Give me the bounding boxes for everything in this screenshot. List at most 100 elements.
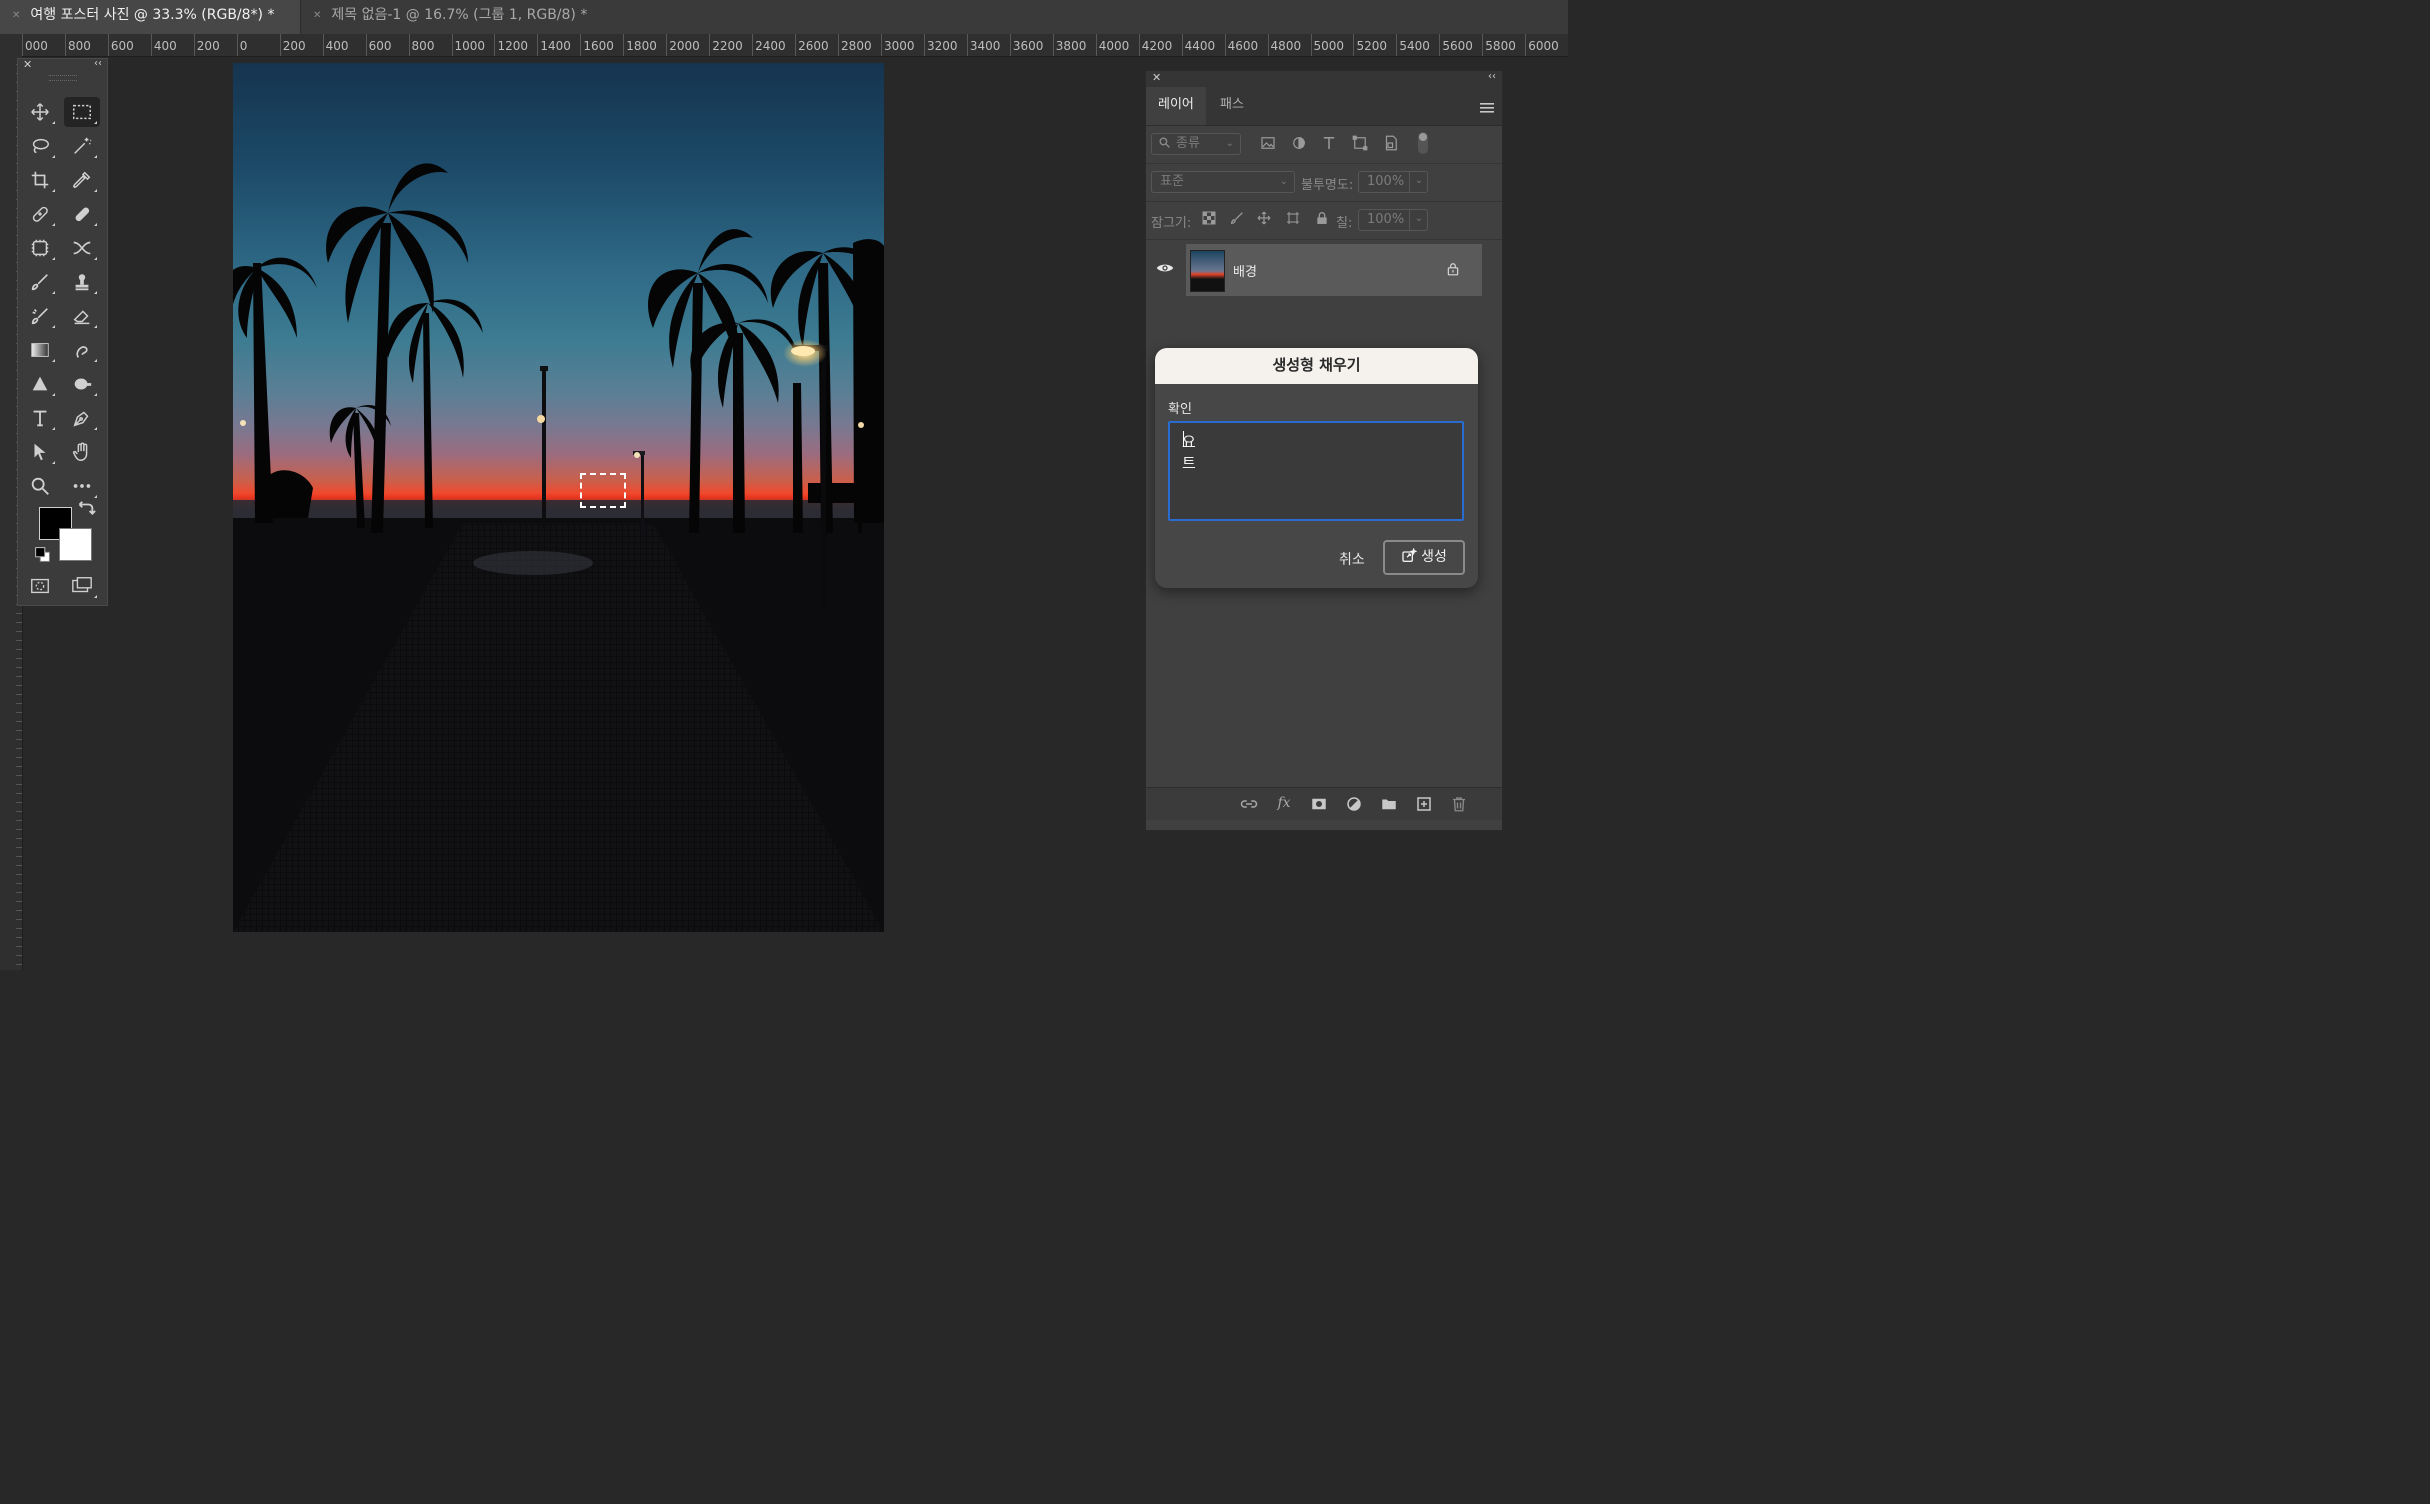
remix-tool-icon[interactable]: [64, 233, 100, 263]
shape-layer-filter-icon[interactable]: [1351, 134, 1369, 152]
ruler-tick: [64, 34, 66, 56]
filter-kind-dropdown[interactable]: 종류 ⌄: [1151, 133, 1241, 155]
close-icon[interactable]: ✕: [1152, 71, 1161, 84]
document-tab-bar: ✕ 여행 포스터 사진 @ 33.3% (RGB/8*) * ✕ 제목 없음-1 @…: [0, 0, 1568, 34]
hand-tool-icon[interactable]: [64, 437, 100, 467]
collapse-icon[interactable]: ‹‹: [94, 58, 102, 69]
adjustment-layer-filter-icon[interactable]: [1290, 134, 1308, 152]
fill-input[interactable]: 100% ⌄: [1358, 209, 1428, 231]
new-layer-icon[interactable]: [1415, 795, 1433, 813]
document-canvas[interactable]: [233, 63, 884, 932]
content-aware-tool-icon[interactable]: [22, 233, 58, 263]
brush-tool-icon[interactable]: [22, 267, 58, 297]
smudge-tool-icon[interactable]: [64, 335, 100, 365]
ruler-tick: [1353, 34, 1355, 56]
ruler-label: 600: [110, 39, 134, 53]
ruler-label: 1200: [497, 39, 528, 53]
opacity-input[interactable]: 100% ⌄: [1358, 171, 1428, 193]
lasso-tool-icon[interactable]: [22, 131, 58, 161]
add-mask-icon[interactable]: [1310, 795, 1328, 813]
healing-brush-tool-icon[interactable]: [64, 199, 100, 229]
ruler-tick: [1138, 34, 1140, 56]
ruler-tick: [16, 901, 22, 902]
delete-layer-icon[interactable]: [1450, 795, 1468, 813]
close-tab-icon[interactable]: ✕: [12, 10, 20, 21]
tab-layers[interactable]: 레이어: [1146, 87, 1206, 125]
panel-menu-icon[interactable]: [1480, 99, 1494, 118]
history-brush-tool-icon[interactable]: [22, 301, 58, 331]
gradient-tool-icon[interactable]: [22, 335, 58, 365]
pixel-layer-filter-icon[interactable]: [1259, 134, 1277, 152]
ruler-tick: [1439, 34, 1441, 56]
sharpen-tool-icon[interactable]: [22, 369, 58, 399]
chevron-down-icon: ⌄: [1225, 138, 1234, 149]
collapse-icon[interactable]: ‹‹: [1488, 71, 1496, 82]
ruler-label: 000: [25, 39, 48, 53]
magic-wand-tool-icon[interactable]: [64, 131, 100, 161]
rectangular-marquee-tool-icon[interactable]: [64, 97, 100, 127]
blend-mode-dropdown[interactable]: 표준 ⌄: [1151, 171, 1295, 193]
tab-travel-poster[interactable]: ✕ 여행 포스터 사진 @ 33.3% (RGB/8*) *: [0, 0, 300, 34]
more-tools-icon[interactable]: [64, 471, 100, 501]
smart-object-filter-icon[interactable]: [1382, 134, 1400, 152]
path-selection-tool-icon[interactable]: [22, 437, 58, 467]
dodge-tool-icon[interactable]: [64, 369, 100, 399]
ruler-tick: [16, 676, 22, 677]
horizontal-ruler[interactable]: 000 800 600 400 200 0 200 400 600 800 1000 1200 1400…: [22, 34, 1568, 57]
clone-stamp-tool-icon[interactable]: [64, 267, 100, 297]
ruler-tick: [1181, 34, 1183, 56]
ruler-label: 3200: [926, 39, 958, 53]
pen-tool-icon[interactable]: [64, 403, 100, 433]
fx-icon[interactable]: fx: [1275, 795, 1293, 813]
quick-mask-icon[interactable]: [22, 571, 58, 601]
tab-untitled-1[interactable]: ✕ 제목 없음-1 @ 16.7% (그룹 1, RGB/8) *: [300, 0, 618, 34]
ruler-tick: [16, 757, 22, 758]
visibility-eye-icon[interactable]: [1156, 260, 1174, 279]
layer-lock-icon[interactable]: [1446, 261, 1460, 281]
lock-artboard-icon[interactable]: [1285, 210, 1303, 228]
screen-mode-icon[interactable]: [64, 571, 100, 601]
chevron-down-icon[interactable]: ⌄: [1409, 209, 1428, 231]
layer-name[interactable]: 배경: [1233, 261, 1257, 280]
swap-colors-icon[interactable]: [74, 499, 96, 521]
panel-grip[interactable]: [48, 75, 77, 81]
layer-thumbnail: [1190, 250, 1225, 292]
crop-tool-icon[interactable]: [22, 165, 58, 195]
type-tool-icon[interactable]: [22, 403, 58, 433]
layer-row-background[interactable]: [1186, 244, 1482, 296]
filter-toggle[interactable]: [1418, 132, 1428, 154]
default-colors-icon[interactable]: [32, 544, 54, 566]
lock-transparent-pixels-icon[interactable]: [1201, 210, 1219, 228]
new-group-icon[interactable]: [1380, 795, 1398, 813]
spot-healing-brush-tool-icon[interactable]: [22, 199, 58, 229]
lock-all-icon[interactable]: [1314, 210, 1332, 228]
ruler-label: 400: [153, 39, 177, 53]
lock-image-pixels-icon[interactable]: [1229, 210, 1247, 228]
lock-position-icon[interactable]: [1256, 210, 1274, 228]
link-layers-icon[interactable]: [1240, 795, 1258, 813]
chevron-down-icon[interactable]: ⌄: [1409, 171, 1428, 193]
generate-button[interactable]: 생성: [1383, 540, 1465, 575]
background-color-swatch[interactable]: [59, 528, 92, 561]
ruler-tick: [623, 34, 625, 56]
eyedropper-tool-icon[interactable]: [64, 165, 100, 195]
prompt-input[interactable]: 요트: [1168, 421, 1464, 521]
ruler-tick: [1525, 34, 1527, 56]
ruler-tick: [666, 34, 668, 56]
ruler-label: 600: [368, 39, 392, 53]
type-layer-filter-icon[interactable]: [1320, 134, 1338, 152]
zoom-tool-icon[interactable]: [22, 471, 58, 501]
ruler-tick: [16, 892, 22, 893]
marquee-selection[interactable]: [580, 473, 626, 508]
cancel-button[interactable]: 취소: [1339, 549, 1365, 569]
generate-label: 생성: [1421, 549, 1447, 565]
close-tab-icon[interactable]: ✕: [313, 10, 321, 21]
eraser-tool-icon[interactable]: [64, 301, 100, 331]
ruler-tick: [16, 802, 22, 803]
ruler-label: 1400: [540, 39, 571, 53]
generate-icon: [1402, 547, 1418, 562]
adjustment-layer-icon[interactable]: [1345, 795, 1363, 813]
tab-paths[interactable]: 패스: [1208, 87, 1256, 125]
move-tool-icon[interactable]: [22, 97, 58, 127]
close-icon[interactable]: ✕: [23, 58, 32, 71]
